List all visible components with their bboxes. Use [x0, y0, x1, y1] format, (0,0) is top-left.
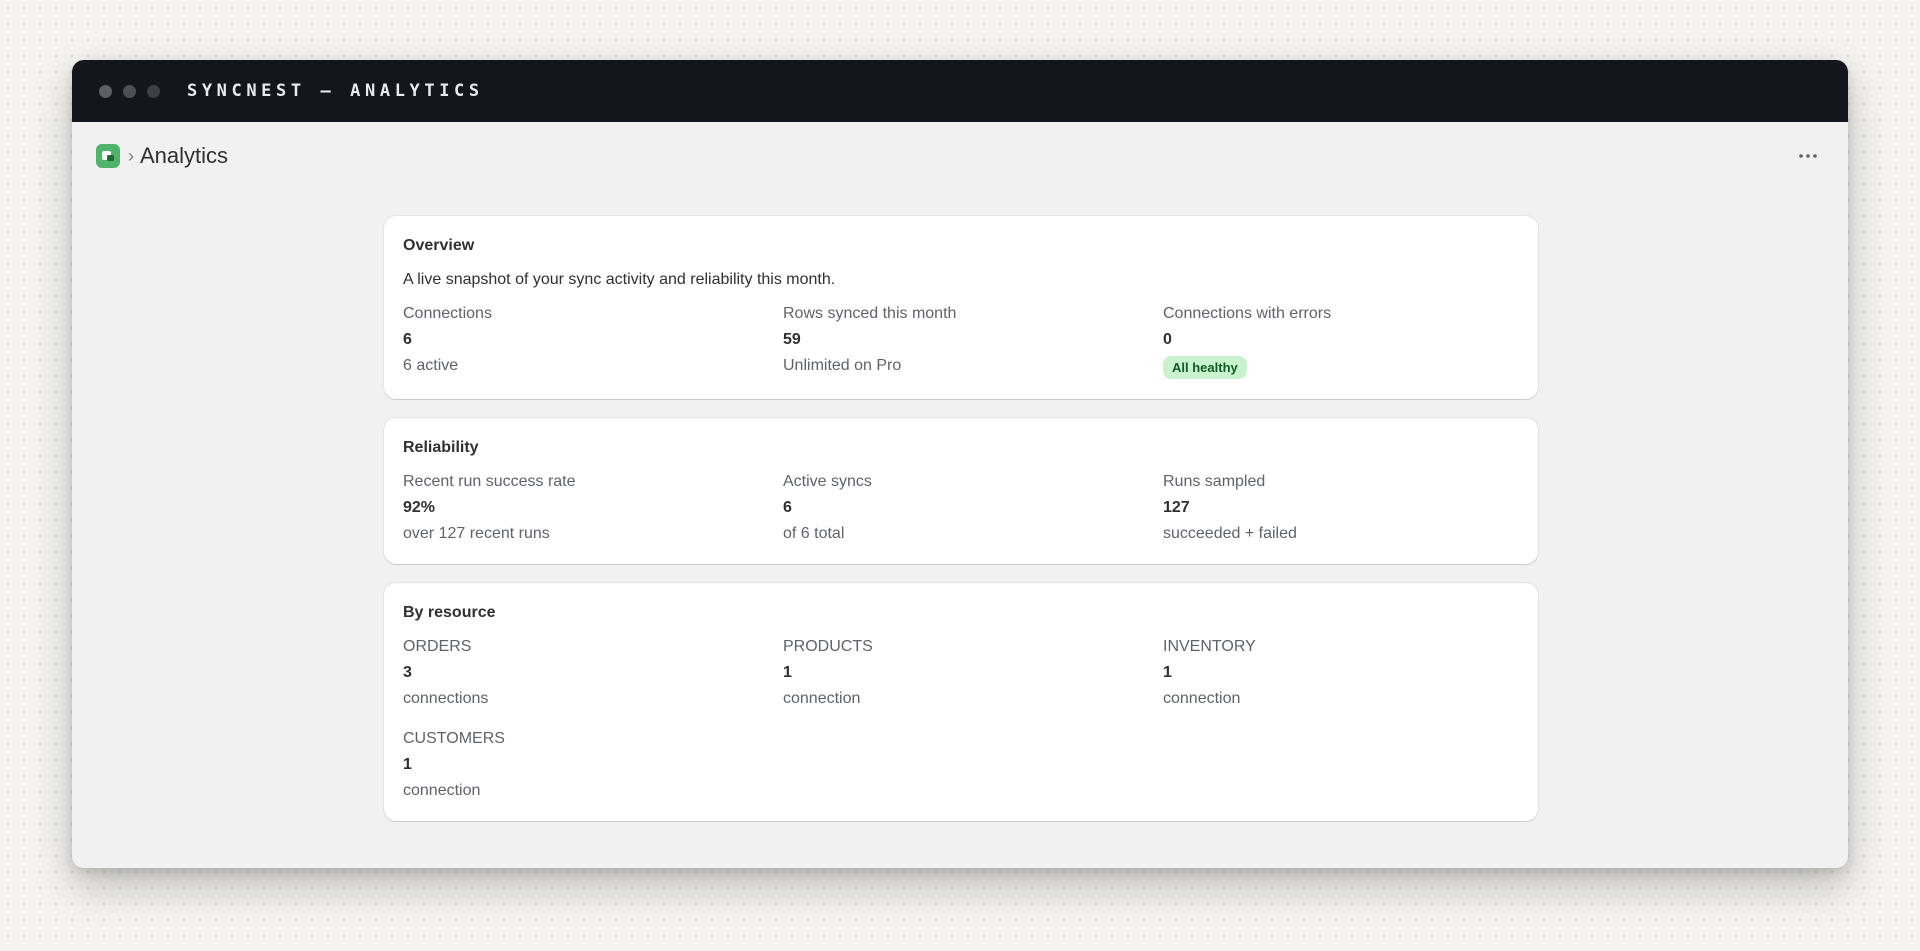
stat-resource-products: PRODUCTS 1 connection — [783, 637, 1163, 709]
reliability-title: Reliability — [403, 439, 479, 456]
stat-subtext: connections — [403, 690, 489, 707]
stat-subtext: connection — [1163, 690, 1241, 707]
app-logo-glyph — [102, 151, 114, 161]
reliability-card: Reliability Recent run success rate 92% … — [384, 418, 1538, 564]
overview-title: Overview — [403, 237, 475, 254]
stat-label: Connections — [403, 305, 492, 322]
reliability-stats: Recent run success rate 92% over 127 rec… — [403, 472, 1519, 544]
stat-value: 127 — [1163, 499, 1190, 516]
stat-subtext: succeeded + failed — [1163, 525, 1297, 542]
stat-runs-sampled: Runs sampled 127 succeeded + failed — [1163, 472, 1543, 544]
overview-description: A live snapshot of your sync activity an… — [403, 271, 836, 288]
stat-label: Connections with errors — [1163, 305, 1332, 322]
overview-card: Overview A live snapshot of your sync ac… — [384, 216, 1538, 399]
stat-value: 3 — [403, 664, 412, 681]
stat-subtext: Unlimited on Pro — [783, 357, 902, 374]
stat-value: 1 — [403, 756, 412, 773]
stat-rows-synced: Rows synced this month 59 Unlimited on P… — [783, 304, 1163, 379]
overview-stats: Connections 6 6 active Rows synced this … — [403, 304, 1519, 379]
breadcrumb-separator: › — [128, 145, 134, 166]
stat-resource-inventory: INVENTORY 1 connection — [1163, 637, 1543, 709]
stat-value: 1 — [1163, 664, 1172, 681]
breadcrumb: › Analytics — [72, 122, 1848, 190]
stat-label: Active syncs — [783, 473, 872, 490]
stat-value: 6 — [783, 499, 792, 516]
stat-resource-orders: ORDERS 3 connections — [403, 637, 783, 709]
stat-value: 0 — [1163, 331, 1172, 348]
stat-subtext: connection — [403, 782, 481, 799]
more-horizontal-icon — [1799, 154, 1817, 158]
stat-subtext: of 6 total — [783, 525, 845, 542]
app-window: SYNCNEST — ANALYTICS › Analytics Overvie… — [72, 60, 1848, 868]
stat-label: ORDERS — [403, 638, 472, 655]
by-resource-title: By resource — [403, 604, 496, 621]
stat-value: 6 — [403, 331, 412, 348]
stat-subtext: 6 active — [403, 357, 459, 374]
stat-connections-with-errors: Connections with errors 0 All healthy — [1163, 304, 1543, 379]
stat-label: INVENTORY — [1163, 638, 1256, 655]
window-minimize-button[interactable] — [123, 84, 136, 98]
stat-value: 92% — [403, 499, 436, 516]
page-title: Analytics — [140, 143, 229, 168]
window-close-button[interactable] — [99, 84, 112, 98]
stat-connections: Connections 6 6 active — [403, 304, 783, 379]
stat-label: PRODUCTS — [783, 638, 873, 655]
window-maximize-button[interactable] — [147, 84, 160, 98]
stat-resource-customers: CUSTOMERS 1 connection — [403, 729, 783, 801]
stat-label: Recent run success rate — [403, 473, 576, 490]
app-logo-icon[interactable] — [96, 144, 120, 168]
stat-subtext: connection — [783, 690, 861, 707]
by-resource-card: By resource ORDERS 3 connections PRODUCT… — [384, 583, 1538, 821]
window-title: SYNCNEST — ANALYTICS — [187, 81, 484, 101]
status-badge: All healthy — [1163, 356, 1247, 379]
stat-value: 59 — [783, 331, 801, 348]
more-actions-button[interactable] — [1796, 144, 1820, 168]
window-titlebar: SYNCNEST — ANALYTICS — [72, 60, 1848, 122]
stat-label: CUSTOMERS — [403, 730, 505, 747]
main-content: Overview A live snapshot of your sync ac… — [384, 216, 1538, 840]
stat-label: Rows synced this month — [783, 305, 957, 322]
stat-label: Runs sampled — [1163, 473, 1266, 490]
stat-subtext: over 127 recent runs — [403, 525, 550, 542]
stat-value: 1 — [783, 664, 792, 681]
by-resource-stats: ORDERS 3 connections PRODUCTS 1 connecti… — [403, 637, 1519, 801]
stat-success-rate: Recent run success rate 92% over 127 rec… — [403, 472, 783, 544]
stat-active-syncs: Active syncs 6 of 6 total — [783, 472, 1163, 544]
